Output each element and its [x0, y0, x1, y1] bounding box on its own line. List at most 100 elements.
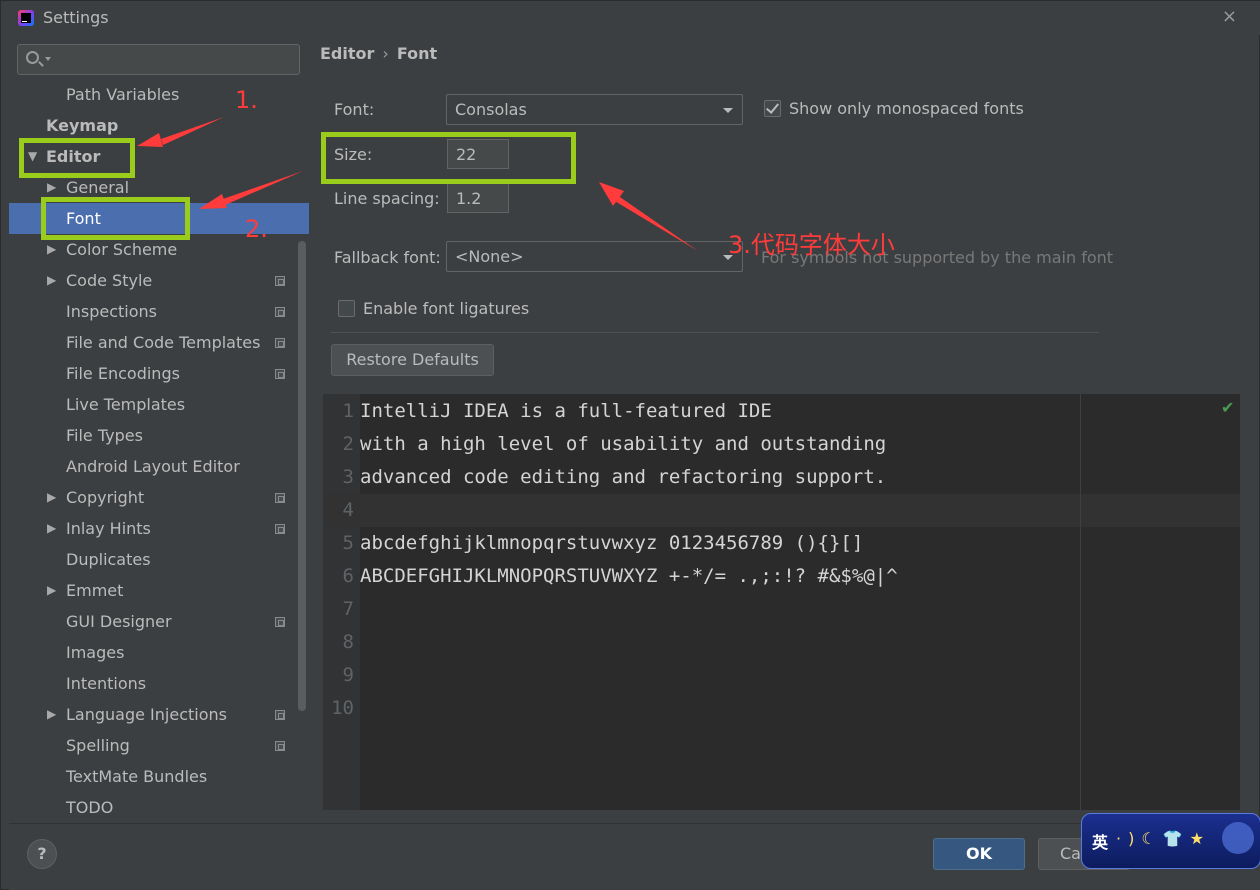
ime-tool-icons[interactable]: ·)☾👕★: [1116, 829, 1211, 848]
monospaced-checkbox[interactable]: [764, 100, 781, 117]
sidebar-item-label: File and Code Templates: [66, 333, 261, 352]
line-number: 3: [342, 466, 354, 488]
ime-toolbar[interactable]: 英 ·)☾👕★: [1081, 813, 1260, 869]
sidebar-item-language-injections[interactable]: ▶ Language Injections: [9, 699, 309, 730]
sidebar-item-intentions[interactable]: Intentions: [9, 668, 309, 699]
font-preview-editor[interactable]: 1 IntelliJ IDEA is a full-featured IDE 2 wi…: [323, 394, 1240, 810]
sidebar-item-label: Code Style: [66, 271, 153, 290]
sidebar-item-label: Inlay Hints: [66, 519, 151, 538]
fallback-font-select[interactable]: <None>: [446, 241, 743, 272]
sidebar-item-gui-designer[interactable]: GUI Designer: [9, 606, 309, 637]
collapsed-arrow-icon[interactable]: ▶: [47, 265, 56, 296]
window-title: Settings: [43, 8, 109, 27]
sidebar-item-file-and-code-templates[interactable]: File and Code Templates: [9, 327, 309, 358]
sidebar-item-emmet[interactable]: ▶ Emmet: [9, 575, 309, 606]
sidebar-item-label: Inspections: [66, 302, 157, 321]
line-number: 6: [342, 565, 354, 587]
line-spacing-input[interactable]: 1.2: [447, 183, 509, 213]
sidebar-item-label: TODO: [66, 798, 114, 817]
fallback-font-label: Fallback font:: [334, 248, 441, 267]
preview-line: 10: [323, 692, 1240, 725]
sidebar-item-label: File Encodings: [66, 364, 180, 383]
sidebar-item-images[interactable]: Images: [9, 637, 309, 668]
preview-line: 5 abcdefghijklmnopqrstuvwxyz 0123456789 (…: [323, 527, 1240, 560]
ime-skin-decoration: [1222, 822, 1254, 854]
check-icon: ✔: [1221, 398, 1235, 417]
collapsed-arrow-icon[interactable]: ▶: [47, 699, 56, 730]
title-bar: Settings ×: [1, 1, 1260, 35]
collapsed-arrow-icon[interactable]: ▶: [47, 513, 56, 544]
sidebar-item-label: Spelling: [66, 736, 130, 755]
sidebar-item-spelling[interactable]: Spelling: [9, 730, 309, 761]
search-input[interactable]: [17, 44, 300, 75]
sidebar-item-code-style[interactable]: ▶ Code Style: [9, 265, 309, 296]
sidebar-item-label: Language Injections: [66, 705, 227, 724]
project-level-settings-icon: [275, 369, 285, 379]
line-number: 8: [342, 631, 354, 653]
sidebar-item-file-types[interactable]: File Types: [9, 420, 309, 451]
line-text: IntelliJ IDEA is a full-featured IDE: [360, 400, 772, 422]
sidebar-item-label: GUI Designer: [66, 612, 172, 631]
preview-line: 6 ABCDEFGHIJKLMNOPQRSTUVWXYZ +-*/= .,;:!?…: [323, 560, 1240, 593]
project-level-settings-icon: [275, 741, 285, 751]
preview-line: 7: [323, 593, 1240, 626]
ligatures-checkbox-label[interactable]: Enable font ligatures: [363, 299, 529, 318]
line-number: 7: [342, 598, 354, 620]
section-divider: [331, 332, 1099, 333]
preview-line: 2 with a high level of usability and outs…: [323, 428, 1240, 461]
collapsed-arrow-icon[interactable]: ▶: [47, 575, 56, 606]
line-spacing-label: Line spacing:: [334, 189, 440, 208]
preview-line: 9: [323, 659, 1240, 692]
project-level-settings-icon: [275, 617, 285, 627]
sidebar-item-path-variables[interactable]: Path Variables: [9, 79, 309, 110]
line-number: 4: [342, 499, 354, 521]
ime-language-indicator[interactable]: 英: [1092, 829, 1108, 853]
sidebar-item-keymap[interactable]: Keymap: [9, 110, 309, 141]
sidebar-item-textmate-bundles[interactable]: TextMate Bundles: [9, 761, 309, 792]
line-text: with a high level of usability and outst…: [360, 433, 887, 455]
sidebar-item-copyright[interactable]: ▶ Copyright: [9, 482, 309, 513]
sidebar-item-label: Live Templates: [66, 395, 186, 414]
search-icon: [26, 51, 39, 64]
font-select[interactable]: Consolas: [446, 94, 743, 125]
sidebar-item-duplicates[interactable]: Duplicates: [9, 544, 309, 575]
settings-window: Settings × Path Variables Keymap ▼ Editor ▶ G…: [0, 0, 1260, 890]
sidebar-item-live-templates[interactable]: Live Templates: [9, 389, 309, 420]
ok-button[interactable]: OK: [933, 838, 1025, 870]
breadcrumb: Editor › Font: [320, 44, 437, 63]
ligatures-checkbox[interactable]: [338, 300, 355, 317]
preview-line: 8: [323, 626, 1240, 659]
sidebar-item-label: Emmet: [66, 581, 124, 600]
annotation-step-2: 2.: [245, 215, 268, 243]
font-select-value: Consolas: [455, 100, 527, 119]
sidebar-item-inlay-hints[interactable]: ▶ Inlay Hints: [9, 513, 309, 544]
sidebar-item-file-encodings[interactable]: File Encodings: [9, 358, 309, 389]
line-text: abcdefghijklmnopqrstuvwxyz 0123456789 ()…: [360, 532, 864, 554]
collapsed-arrow-icon[interactable]: ▶: [47, 482, 56, 513]
restore-defaults-button[interactable]: Restore Defaults: [331, 344, 494, 376]
sidebar-item-inspections[interactable]: Inspections: [9, 296, 309, 327]
close-icon[interactable]: ×: [1222, 6, 1237, 27]
line-number: 5: [342, 532, 354, 554]
settings-tree: Path Variables Keymap ▼ Editor ▶ General Font ▶…: [9, 79, 309, 823]
sidebar-scrollbar[interactable]: [298, 241, 306, 711]
project-level-settings-icon: [275, 307, 285, 317]
monospaced-checkbox-label[interactable]: Show only monospaced fonts: [789, 99, 1024, 118]
sidebar-item-label: File Types: [66, 426, 143, 445]
line-text: advanced code editing and refactoring su…: [360, 466, 887, 488]
sidebar-item-label: TextMate Bundles: [66, 767, 208, 786]
sidebar-item-todo[interactable]: TODO: [9, 792, 309, 823]
preview-line: 1 IntelliJ IDEA is a full-featured IDE: [323, 395, 1240, 428]
help-button[interactable]: ?: [27, 839, 57, 869]
line-number: 9: [342, 664, 354, 686]
sidebar-item-android-layout-editor[interactable]: Android Layout Editor: [9, 451, 309, 482]
sidebar-item-label: Images: [66, 643, 125, 662]
sidebar-item-label: Intentions: [66, 674, 147, 693]
chevron-down-icon: [723, 108, 733, 113]
annotation-box-font: [41, 197, 190, 240]
project-level-settings-icon: [275, 493, 285, 503]
search-history-dropdown-icon[interactable]: [45, 57, 51, 61]
font-label: Font:: [334, 100, 375, 119]
breadcrumb-parent[interactable]: Editor: [320, 44, 374, 63]
annotation-step-1: 1.: [235, 86, 258, 114]
